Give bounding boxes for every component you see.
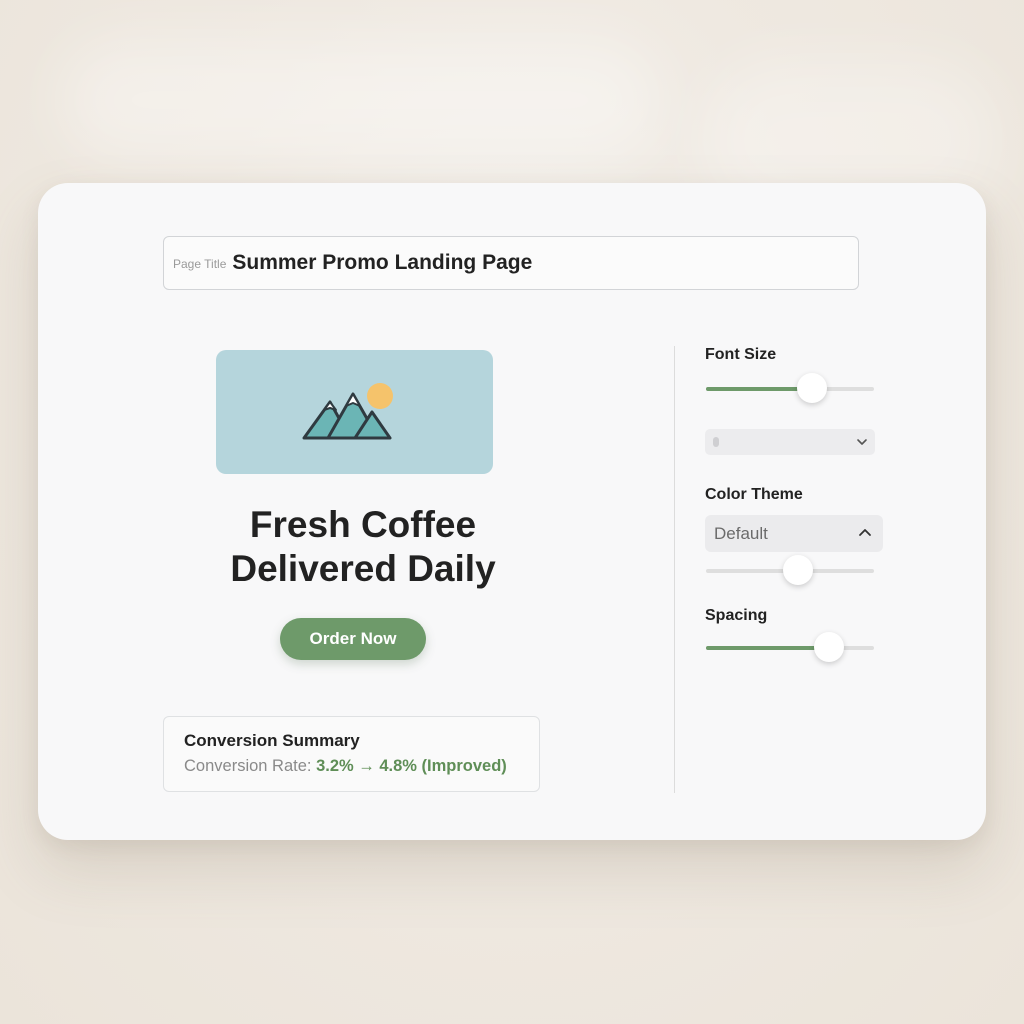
color-theme-label: Color Theme <box>705 486 803 503</box>
slider-fill <box>706 646 829 650</box>
color-theme-select[interactable]: Default <box>705 515 883 552</box>
editor-card: Page Title Summer Promo Landing Page Fre… <box>38 183 986 840</box>
page-title-input-value[interactable]: Summer Promo Landing Page <box>232 251 532 275</box>
headline-line-2: Delivered Daily <box>230 548 496 589</box>
spacing-slider[interactable] <box>706 632 874 662</box>
font-family-dropdown[interactable] <box>705 429 875 455</box>
color-theme-value: Default <box>714 523 768 543</box>
page-title-field[interactable]: Page Title Summer Promo Landing Page <box>163 236 859 290</box>
order-now-button[interactable]: Order Now <box>280 618 426 660</box>
font-size-slider[interactable] <box>706 373 874 403</box>
conversion-rate-line: Conversion Rate: 3.2% → 4.8% (Improved) <box>184 757 539 776</box>
color-theme-slider[interactable] <box>706 555 874 585</box>
font-size-label: Font Size <box>705 346 777 363</box>
conversion-rate-value: 3.2% → 4.8% (Improved) <box>316 757 507 775</box>
slider-thumb[interactable] <box>783 555 814 585</box>
hero-headline: Fresh Coffee Delivered Daily <box>178 503 548 591</box>
chevron-down-icon <box>857 439 867 445</box>
chevron-up-icon <box>859 529 871 536</box>
spacing-label: Spacing <box>705 607 768 624</box>
conversion-summary-box: Conversion Summary Conversion Rate: 3.2%… <box>163 716 540 792</box>
background-blur <box>60 40 660 160</box>
slider-thumb[interactable] <box>813 632 844 662</box>
panel-divider <box>674 346 675 793</box>
mountain-sun-icon <box>302 383 393 440</box>
hero-image-placeholder[interactable] <box>216 350 493 474</box>
conversion-rate-label: Conversion Rate: <box>184 757 312 775</box>
conversion-summary-title: Conversion Summary <box>184 731 360 750</box>
headline-line-1: Fresh Coffee <box>249 504 477 545</box>
dropdown-value-placeholder <box>713 437 719 447</box>
slider-fill <box>706 387 812 391</box>
slider-thumb[interactable] <box>796 373 827 403</box>
page-title-label: Page Title <box>173 257 227 271</box>
